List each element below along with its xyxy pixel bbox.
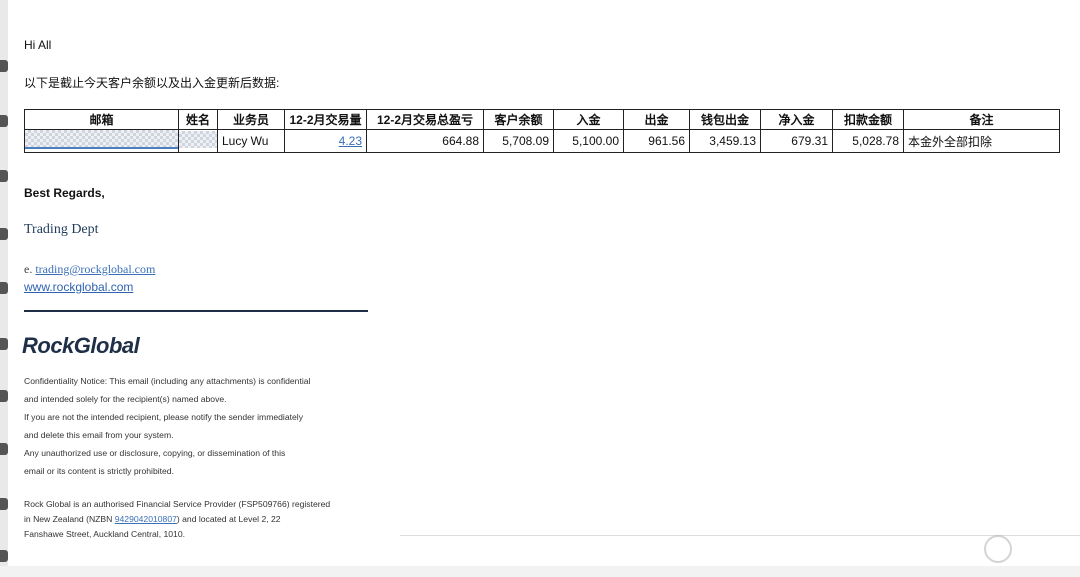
toolbar-icon[interactable]	[0, 115, 8, 127]
notice-line: If you are not the intended recipient, p…	[24, 412, 303, 422]
legal-line: Rock Global is an authorised Financial S…	[24, 499, 331, 509]
cell-email	[24, 129, 179, 153]
signature-email-line: e. trading@rockglobal.com	[24, 262, 155, 277]
bottom-scroll-strip	[0, 566, 1080, 577]
cell-balance: 5,708.09	[483, 129, 554, 153]
footer-divider	[400, 535, 1080, 536]
col-volume: 12-2月交易量	[284, 109, 367, 130]
toolbar-icon[interactable]	[0, 390, 8, 402]
cell-wallet-withdrawal: 3,459.13	[689, 129, 761, 153]
left-toolbar	[0, 0, 8, 577]
notice-line: and intended solely for the recipient(s)…	[24, 394, 227, 404]
notice-line: and delete this email from your system.	[24, 430, 174, 440]
col-withdrawal: 出金	[623, 109, 690, 130]
department-name: Trading Dept	[24, 222, 99, 237]
greeting: Hi All	[24, 38, 52, 52]
sign-off: Best Regards,	[24, 186, 105, 200]
balance-table: 邮箱 姓名 业务员 12-2月交易量 12-2月交易总盈亏 客户余额 入金 出金…	[24, 109, 1060, 153]
toolbar-icon[interactable]	[0, 282, 8, 294]
cell-total-pnl: 664.88	[366, 129, 484, 153]
volume-link[interactable]: 4.23	[339, 134, 362, 148]
notice-line: Confidentiality Notice: This email (incl…	[24, 376, 311, 386]
legal-suffix: ) and located at Level 2, 22	[176, 514, 281, 524]
legal-line: in New Zealand (NZBN 9429042010807) and …	[24, 512, 384, 527]
email-prefix: e.	[24, 262, 36, 276]
col-name: 姓名	[178, 109, 218, 130]
cell-remark: 本金外全部扣除	[903, 129, 1060, 153]
toolbar-icon[interactable]	[0, 60, 8, 72]
signature-divider	[24, 310, 368, 312]
col-salesperson: 业务员	[217, 109, 285, 130]
col-total-pnl: 12-2月交易总盈亏	[366, 109, 484, 130]
toolbar-icon[interactable]	[0, 228, 8, 240]
cell-deposit: 5,100.00	[553, 129, 624, 153]
redacted-name	[179, 131, 217, 148]
col-deduction: 扣款金额	[832, 109, 904, 130]
cell-salesperson: Lucy Wu	[217, 129, 285, 153]
cell-deduction: 5,028.78	[832, 129, 904, 153]
col-wallet-withdrawal: 钱包出金	[689, 109, 761, 130]
legal-prefix: in New Zealand (NZBN	[24, 514, 115, 524]
legal-notice: Rock Global is an authorised Financial S…	[24, 497, 384, 542]
col-remark: 备注	[903, 109, 1060, 130]
signature-email-link[interactable]: trading@rockglobal.com	[35, 262, 155, 276]
toolbar-icon[interactable]	[0, 498, 8, 510]
col-deposit: 入金	[553, 109, 624, 130]
col-balance: 客户余额	[483, 109, 554, 130]
legal-line: Fanshawe Street, Auckland Central, 1010.	[24, 529, 185, 539]
cell-name	[178, 129, 218, 153]
col-email: 邮箱	[24, 109, 179, 130]
toolbar-icon[interactable]	[0, 550, 8, 562]
watermark-icon	[984, 535, 1012, 563]
website-link[interactable]: www.rockglobal.com	[24, 280, 133, 294]
confidentiality-notice: Confidentiality Notice: This email (incl…	[24, 372, 384, 480]
notice-line: Any unauthorized use or disclosure, copy…	[24, 448, 286, 458]
cell-volume: 4.23	[284, 129, 367, 153]
toolbar-icon[interactable]	[0, 170, 8, 182]
cell-net-deposit: 679.31	[760, 129, 833, 153]
redacted-email	[25, 130, 178, 149]
toolbar-icon[interactable]	[0, 443, 8, 455]
table-header-row: 邮箱 姓名 业务员 12-2月交易量 12-2月交易总盈亏 客户余额 入金 出金…	[24, 109, 1060, 130]
intro-text: 以下是截止今天客户余额以及出入金更新后数据:	[24, 76, 280, 90]
col-net-deposit: 净入金	[760, 109, 833, 130]
toolbar-icon[interactable]	[0, 338, 8, 350]
table-row: Lucy Wu 4.23 664.88 5,708.09 5,100.00 96…	[24, 129, 1060, 153]
cell-withdrawal: 961.56	[623, 129, 690, 153]
rockglobal-logo: RockGlobal	[22, 333, 140, 358]
nzbn-link[interactable]: 9429042010807	[115, 514, 177, 524]
notice-line: email or its content is strictly prohibi…	[24, 466, 174, 476]
